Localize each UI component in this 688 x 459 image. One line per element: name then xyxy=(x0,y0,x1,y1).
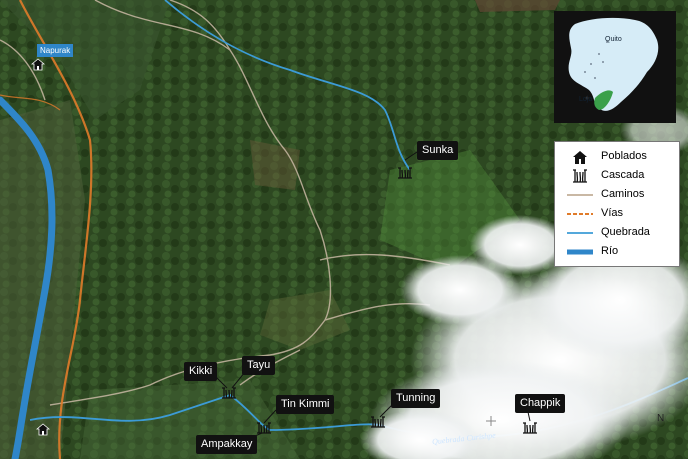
legend-item-poblados: Poblados xyxy=(555,148,679,166)
legend-label: Río xyxy=(601,245,619,257)
stream-line xyxy=(567,232,593,234)
river-line xyxy=(567,249,593,255)
legend-item-rio: Río xyxy=(555,243,679,261)
satellite-map[interactable]: Napurak Sunka Kikki Tayu Tin Kimmi Ampak… xyxy=(0,0,688,459)
inset-country-shape xyxy=(568,17,659,111)
waterfall-icon[interactable] xyxy=(397,166,413,180)
waterfall-label-ampakkay[interactable]: Ampakkay xyxy=(196,435,258,454)
inset-locator-map: Quito Loja xyxy=(554,11,676,123)
legend-label: Cascada xyxy=(601,169,645,181)
inset-label-quito: Quito xyxy=(605,36,622,43)
legend-label: Vías xyxy=(601,207,624,219)
compass-north: N xyxy=(657,413,665,424)
legend-item-cascada: Cascada xyxy=(555,167,679,185)
legend-label: Quebrada xyxy=(601,226,650,238)
waterfall-label-tayu[interactable]: Tayu xyxy=(242,356,276,375)
legend-label: Poblados xyxy=(601,150,647,162)
legend-label: Caminos xyxy=(601,188,645,200)
inset-label-loja: Loja xyxy=(579,96,593,103)
legend-item-quebrada: Quebrada xyxy=(555,224,679,242)
house-icon[interactable] xyxy=(36,423,50,436)
house-icon xyxy=(573,151,587,164)
waterfall-icon[interactable] xyxy=(256,421,272,435)
waterfall-label-tin-kimmi[interactable]: Tin Kimmi xyxy=(276,395,335,414)
crosshair-icon xyxy=(486,416,496,426)
waterfall-label-sunka[interactable]: Sunka xyxy=(417,141,459,160)
trail-line xyxy=(567,194,593,196)
road-line xyxy=(567,213,593,215)
waterfall-label-tunning[interactable]: Tunning xyxy=(391,389,441,408)
town-label: Napurak xyxy=(37,44,74,57)
waterfall-icon[interactable] xyxy=(522,421,538,435)
waterfall-icon[interactable] xyxy=(370,415,386,429)
waterfall-label-chappik[interactable]: Chappik xyxy=(515,394,566,413)
house-icon[interactable] xyxy=(31,58,45,71)
waterfall-label-kikki[interactable]: Kikki xyxy=(184,362,218,381)
waterfall-icon[interactable] xyxy=(221,386,237,400)
map-legend: Poblados Cascada Caminos Vías Quebrada R… xyxy=(554,141,680,267)
legend-item-vias: Vías xyxy=(555,205,679,223)
legend-item-caminos: Caminos xyxy=(555,186,679,204)
waterfall-icon xyxy=(573,169,587,183)
bare-patch xyxy=(475,0,560,12)
